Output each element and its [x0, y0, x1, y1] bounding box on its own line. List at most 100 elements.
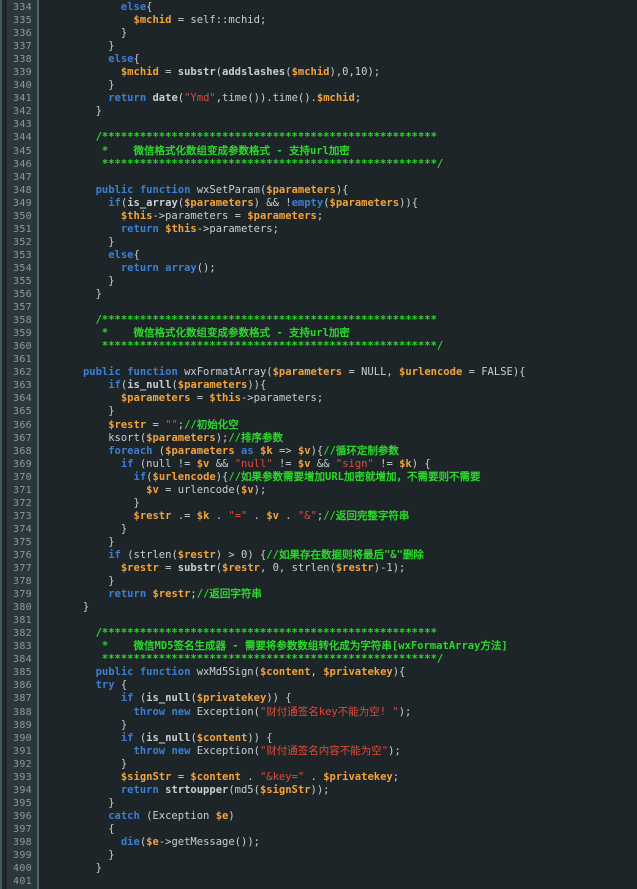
line-number[interactable]: 349 — [7, 197, 32, 210]
code-line[interactable]: } — [45, 27, 637, 40]
line-number[interactable]: 378 — [7, 575, 32, 588]
line-number[interactable]: 374 — [7, 523, 32, 536]
code-line[interactable]: } — [45, 405, 637, 418]
code-line[interactable]: $v = urlencode($v); — [45, 484, 637, 497]
code-line[interactable] — [45, 875, 637, 888]
line-number[interactable]: 399 — [7, 849, 32, 862]
line-number[interactable]: 350 — [7, 210, 32, 223]
code-line[interactable]: try { — [45, 679, 637, 692]
code-line[interactable]: if(is_array($parameters) && !empty($para… — [45, 197, 637, 210]
code-line[interactable]: } — [45, 797, 637, 810]
code-line[interactable] — [45, 614, 637, 627]
code-line[interactable]: } — [45, 758, 637, 771]
line-number[interactable]: 344 — [7, 131, 32, 144]
code-line[interactable]: if (is_null($content)) { — [45, 732, 637, 745]
code-line[interactable]: } — [45, 719, 637, 732]
line-number[interactable]: 352 — [7, 236, 32, 249]
code-line[interactable]: $this->parameters = $parameters; — [45, 210, 637, 223]
line-number[interactable]: 362 — [7, 366, 32, 379]
code-line[interactable]: return array(); — [45, 262, 637, 275]
code-line[interactable]: /***************************************… — [45, 314, 637, 327]
code-line[interactable]: } — [45, 601, 637, 614]
code-line[interactable] — [45, 171, 637, 184]
line-number[interactable]: 401 — [7, 875, 32, 888]
code-line[interactable]: else{ — [45, 1, 637, 14]
code-line[interactable]: $restr = "";//初始化空 — [45, 419, 637, 432]
code-line[interactable]: $mchid = self::mchid; — [45, 14, 637, 27]
line-number[interactable]: 363 — [7, 379, 32, 392]
line-number[interactable]: 355 — [7, 275, 32, 288]
line-number[interactable]: 347 — [7, 171, 32, 184]
code-line[interactable]: } — [45, 40, 637, 53]
line-number[interactable]: 376 — [7, 549, 32, 562]
code-line[interactable]: /***************************************… — [45, 131, 637, 144]
code-line[interactable]: public function wxSetParam($parameters){ — [45, 184, 637, 197]
code-line[interactable]: if (strlen($restr) > 0) {//如果存在数据则将最后"&"… — [45, 549, 637, 562]
line-number[interactable]: 386 — [7, 679, 32, 692]
line-number[interactable]: 380 — [7, 601, 32, 614]
code-line[interactable] — [45, 301, 637, 314]
code-line[interactable]: } — [45, 536, 637, 549]
code-line[interactable]: return $restr;//返回字符串 — [45, 588, 637, 601]
line-number[interactable]: 368 — [7, 445, 32, 458]
line-number[interactable]: 364 — [7, 392, 32, 405]
code-line[interactable]: return $this->parameters; — [45, 223, 637, 236]
line-number[interactable]: 392 — [7, 758, 32, 771]
line-number[interactable]: 385 — [7, 666, 32, 679]
code-line[interactable]: return strtoupper(md5($signStr)); — [45, 784, 637, 797]
code-line[interactable]: /***************************************… — [45, 627, 637, 640]
code-line[interactable]: } — [45, 79, 637, 92]
line-number[interactable]: 398 — [7, 836, 32, 849]
code-line[interactable]: $restr .= $k . "=" . $v . "&";//返回完整字符串 — [45, 510, 637, 523]
code-line[interactable] — [45, 118, 637, 131]
code-line[interactable]: foreach ($parameters as $k => $v){//循环定制… — [45, 445, 637, 458]
code-line[interactable]: } — [45, 105, 637, 118]
line-number[interactable]: 371 — [7, 484, 32, 497]
line-number[interactable]: 334 — [7, 1, 32, 14]
line-number[interactable]: 357 — [7, 301, 32, 314]
line-number[interactable]: 397 — [7, 823, 32, 836]
line-number[interactable]: 367 — [7, 432, 32, 445]
line-number[interactable]: 365 — [7, 405, 32, 418]
line-number[interactable]: 359 — [7, 327, 32, 340]
line-number[interactable]: 400 — [7, 862, 32, 875]
code-line[interactable]: * 微信格式化数组变成参数格式 - 支持url加密 — [45, 327, 637, 340]
line-number[interactable]: 391 — [7, 745, 32, 758]
code-line[interactable]: if(is_null($parameters)){ — [45, 379, 637, 392]
line-number[interactable]: 342 — [7, 105, 32, 118]
line-number[interactable]: 379 — [7, 588, 32, 601]
code-line[interactable]: ****************************************… — [45, 158, 637, 171]
code-editor-viewport[interactable]: 334 335 336 337 338 339 340 341 342 343 344 345 346 3… — [0, 0, 637, 889]
code-line[interactable]: } — [45, 275, 637, 288]
line-number[interactable]: 337 — [7, 40, 32, 53]
line-number[interactable]: 375 — [7, 536, 32, 549]
line-number[interactable]: 382 — [7, 627, 32, 640]
line-number[interactable]: 351 — [7, 223, 32, 236]
line-number[interactable]: 389 — [7, 719, 32, 732]
code-line[interactable]: public function wxMd5Sign($content, $pri… — [45, 666, 637, 679]
line-number[interactable]: 340 — [7, 79, 32, 92]
line-number[interactable]: 377 — [7, 562, 32, 575]
line-number[interactable]: 370 — [7, 471, 32, 484]
code-line[interactable]: if($urlencode){//如果参数需要增加URL加密就增加，不需要则不需… — [45, 471, 637, 484]
code-line[interactable]: * 微信格式化数组变成参数格式 - 支持url加密 — [45, 145, 637, 158]
code-line[interactable]: } — [45, 288, 637, 301]
line-number[interactable]: 388 — [7, 706, 32, 719]
line-number[interactable]: 396 — [7, 810, 32, 823]
line-number[interactable]: 361 — [7, 353, 32, 366]
code-line[interactable]: return date("Ymd",time()).time().$mchid; — [45, 92, 637, 105]
line-number[interactable]: 390 — [7, 732, 32, 745]
code-line[interactable]: else{ — [45, 249, 637, 262]
line-number[interactable]: 373 — [7, 510, 32, 523]
line-number[interactable]: 395 — [7, 797, 32, 810]
line-number[interactable]: 383 — [7, 640, 32, 653]
code-line[interactable]: $signStr = $content . "&key=" . $private… — [45, 771, 637, 784]
line-number[interactable]: 381 — [7, 614, 32, 627]
line-number[interactable]: 387 — [7, 692, 32, 705]
code-line[interactable]: ****************************************… — [45, 653, 637, 666]
line-number[interactable]: 384 — [7, 653, 32, 666]
line-number[interactable]: 356 — [7, 288, 32, 301]
line-number[interactable]: 353 — [7, 249, 32, 262]
code-line[interactable]: $restr = substr($restr, 0, strlen($restr… — [45, 562, 637, 575]
line-number[interactable]: 393 — [7, 771, 32, 784]
